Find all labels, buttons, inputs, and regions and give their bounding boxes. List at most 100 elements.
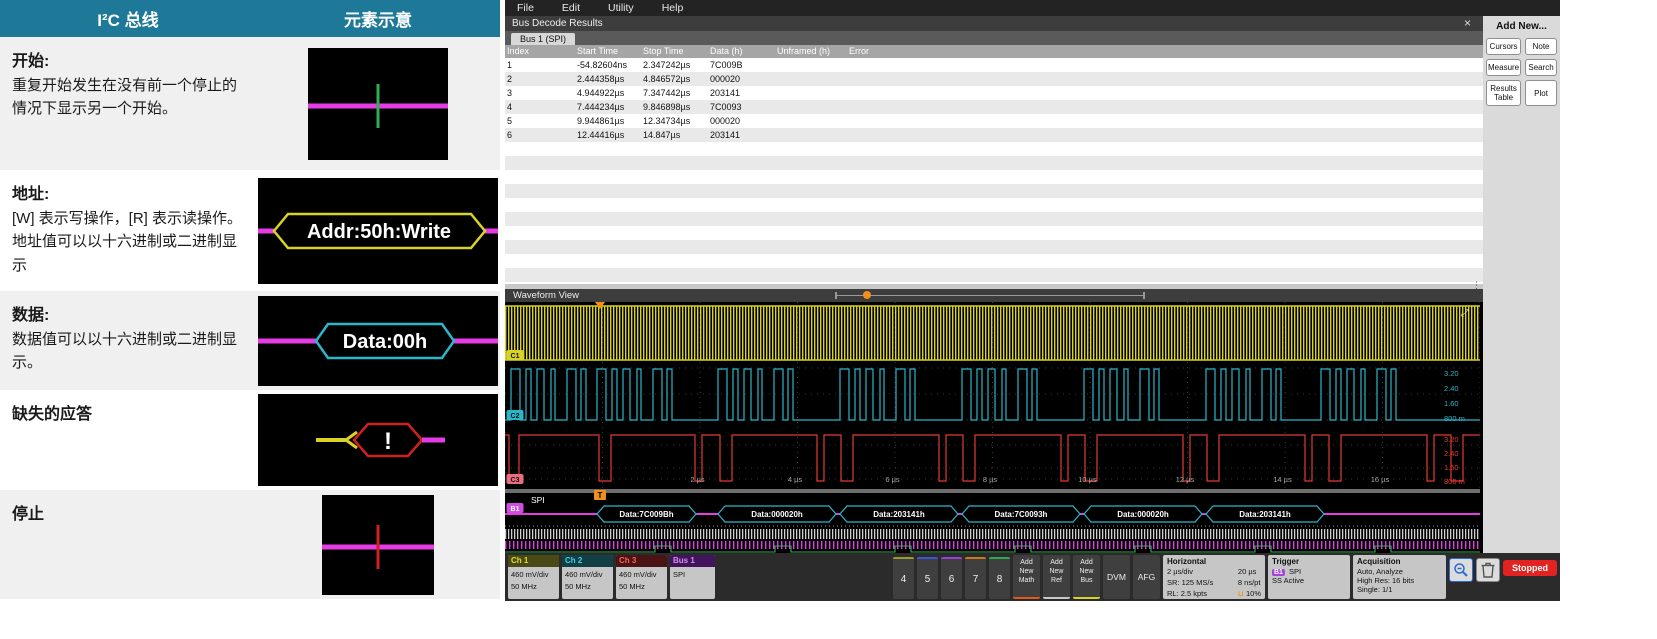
ch2-scale-label: 1.60	[1444, 399, 1459, 408]
note-button[interactable]: Note	[1525, 38, 1557, 55]
close-icon[interactable]: ×	[1464, 16, 1471, 30]
channel-5-button[interactable]: 5	[917, 557, 938, 599]
table-row[interactable]	[505, 268, 1483, 282]
doc-row-start-text: 开始: 重复开始发生在没有前一个停止的情况下显示另一个开始。	[0, 37, 256, 170]
expand-icon[interactable]: ⤢	[1461, 308, 1469, 319]
table-cell: -54.82604ns	[577, 58, 643, 72]
table-cell: 000020	[710, 114, 777, 128]
slider-marker[interactable]	[863, 291, 871, 299]
zoom-button[interactable]	[1449, 558, 1473, 582]
table-row[interactable]	[505, 254, 1483, 268]
table-cell	[777, 198, 849, 212]
delete-button[interactable]	[1476, 558, 1500, 582]
channel-6-button[interactable]: 6	[941, 557, 962, 599]
table-row[interactable]	[505, 142, 1483, 156]
cursors-button[interactable]: Cursors	[1486, 38, 1521, 55]
menu-edit[interactable]: Edit	[562, 2, 580, 14]
table-row[interactable]: 612.44416µs14.847µs203141	[505, 128, 1483, 142]
record-length-value: RL: 2.5 kpts	[1167, 589, 1232, 600]
results-title-bar[interactable]: Bus Decode Results ×	[505, 16, 1483, 31]
table-cell	[777, 58, 849, 72]
table-cell	[507, 268, 577, 282]
add-new-bus-button[interactable]: Add New Bus	[1073, 555, 1100, 599]
results-tab-strip: Bus 1 (SPI)	[505, 31, 1483, 45]
table-row[interactable]	[505, 226, 1483, 240]
doc-row-body: [W] 表示写操作，[R] 表示读操作。地址值可以以十六进制或二进制显示	[12, 207, 242, 277]
table-cell	[577, 184, 643, 198]
doc-row-title: 缺失的应答	[12, 400, 242, 424]
waveform-display[interactable]: ⤢ SPI T 3.202.401.60800 m3.202.401.60800…	[505, 302, 1483, 553]
channel-name: Ch 2	[562, 555, 613, 567]
table-row[interactable]	[505, 198, 1483, 212]
acquisition-count: Single: 1/1	[1357, 585, 1442, 594]
data-label: Data:00h	[343, 331, 427, 353]
doc-row-title: 停止	[12, 500, 242, 524]
table-cell	[849, 254, 1483, 268]
table-cell	[777, 156, 849, 170]
add-new-ref-button[interactable]: Add New Ref	[1043, 555, 1070, 599]
channel-badge-ch3[interactable]: Ch 3 460 mV/div 50 MHz	[616, 555, 667, 599]
ch3-scale-label: 2.40	[1444, 449, 1459, 458]
table-cell	[710, 198, 777, 212]
table-cell	[507, 240, 577, 254]
table-cell	[849, 86, 1483, 100]
channel-badge-ch1[interactable]: Ch 1 460 mV/div 50 MHz	[508, 555, 559, 599]
acquisition-badge[interactable]: Acquisition Auto, Analyze High Res: 16 b…	[1353, 555, 1446, 599]
channel-badge-ch2[interactable]: Ch 2 460 mV/div 50 MHz	[562, 555, 613, 599]
search-button[interactable]: Search	[1525, 59, 1557, 76]
channel-7-button[interactable]: 7	[965, 557, 986, 599]
vdiv-value: 460 mV/div	[565, 570, 603, 579]
plot-button[interactable]: Plot	[1525, 80, 1557, 106]
measure-button[interactable]: Measure	[1486, 59, 1521, 76]
doc-header-element: 元素示意	[256, 0, 500, 37]
results-table-button[interactable]: Results Table	[1486, 80, 1521, 106]
table-row[interactable]: 59.944861µs12.34734µs000020	[505, 114, 1483, 128]
tab-bus1-spi[interactable]: Bus 1 (SPI)	[511, 33, 575, 45]
table-row[interactable]: 34.944922µs7.347442µs203141	[505, 86, 1483, 100]
table-cell	[849, 100, 1483, 114]
bandwidth-value: 50 MHz	[511, 582, 537, 591]
waveform-title-bar[interactable]: Waveform View	[505, 289, 1483, 302]
stop-symbol-figure	[322, 495, 434, 595]
bus-frame-label: Data:000020h	[1117, 510, 1169, 519]
table-cell	[849, 156, 1483, 170]
doc-row-missing-ack-text: 缺失的应答	[0, 390, 256, 490]
window-value: 20 µs	[1238, 567, 1261, 578]
table-cell	[849, 212, 1483, 226]
table-row[interactable]	[505, 212, 1483, 226]
table-cell	[643, 142, 710, 156]
menu-file[interactable]: File	[517, 2, 534, 14]
table-row[interactable]	[505, 170, 1483, 184]
table-cell: 7C0093	[710, 100, 777, 114]
table-cell: 6	[507, 128, 577, 142]
trigger-badge[interactable]: Trigger B1 SPI SS Active	[1268, 555, 1350, 599]
table-cell: 1	[507, 58, 577, 72]
vdiv-value: 460 mV/div	[511, 570, 549, 579]
table-row[interactable]	[505, 156, 1483, 170]
afg-button[interactable]: AFG	[1133, 555, 1160, 599]
table-cell	[777, 100, 849, 114]
channel-4-button[interactable]: 4	[893, 557, 914, 599]
time-label: 10 µs	[1078, 475, 1097, 484]
results-bar: Add New... Cursors Note Measure Search R…	[1483, 16, 1560, 553]
time-label: 12 µs	[1176, 475, 1195, 484]
table-cell: 12.44416µs	[577, 128, 643, 142]
missing-ack-mark: !	[384, 428, 392, 455]
table-cell	[849, 142, 1483, 156]
menu-utility[interactable]: Utility	[608, 2, 634, 14]
table-row[interactable]: 22.444358µs4.846572µs000020	[505, 72, 1483, 86]
pan-zoom-slider[interactable]	[835, 295, 1145, 296]
doc-row-body: 数据值可以以十六进制或二进制显示。	[12, 328, 242, 375]
table-row[interactable]	[505, 240, 1483, 254]
dvm-button[interactable]: DVM	[1103, 555, 1130, 599]
menu-help[interactable]: Help	[662, 2, 684, 14]
table-row[interactable]	[505, 184, 1483, 198]
channel-8-button[interactable]: 8	[989, 557, 1010, 599]
add-new-math-button[interactable]: Add New Math	[1013, 555, 1040, 599]
horizontal-badge[interactable]: Horizontal 2 µs/div 20 µs SR: 125 MS/s 8…	[1163, 555, 1265, 599]
table-row[interactable]: 1-54.82604ns2.347242µs7C009B	[505, 58, 1483, 72]
bus-badge-bus1[interactable]: Bus 1 SPI	[670, 555, 715, 599]
missing-ack-symbol-figure: !	[258, 394, 498, 486]
table-row[interactable]: 47.444234µs9.846898µs7C0093	[505, 100, 1483, 114]
table-cell	[643, 240, 710, 254]
